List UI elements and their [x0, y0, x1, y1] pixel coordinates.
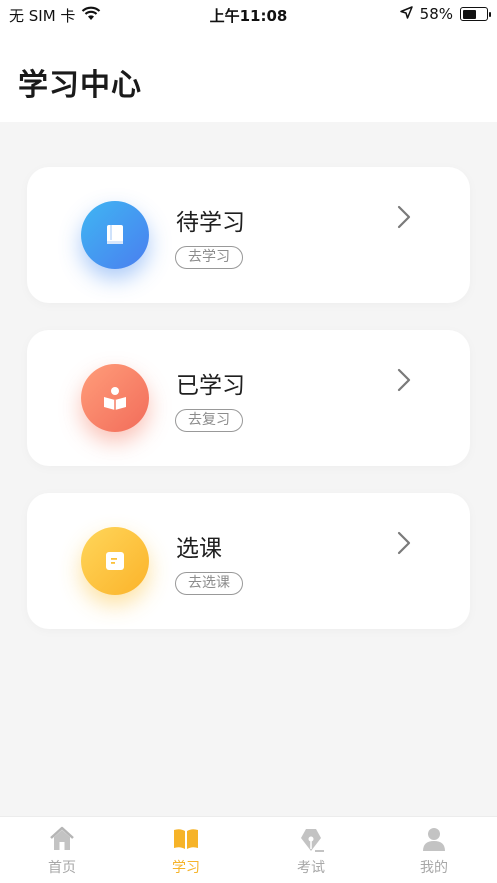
battery-icon [460, 7, 491, 21]
page-header: 学习中心 [0, 30, 497, 122]
user-icon [423, 828, 445, 851]
page-title: 学习中心 [18, 68, 142, 103]
card-to-study[interactable]: 待学习 去学习 [27, 167, 470, 303]
tab-label: 首页 [48, 860, 76, 876]
tab-home[interactable]: 首页 [12, 817, 112, 883]
home-icon [50, 826, 74, 850]
card-select-course[interactable]: 选课 去选课 [27, 493, 470, 629]
bottom-tab-bar: 首页 学习 考试 我的 [0, 816, 497, 883]
tab-label: 学习 [172, 860, 200, 876]
card-title: 已学习 [176, 373, 245, 399]
tab-label: 我的 [420, 860, 448, 876]
reader-icon [81, 364, 149, 432]
note-icon [81, 527, 149, 595]
tab-exam[interactable]: 考试 [261, 817, 361, 883]
chevron-right-icon [397, 205, 411, 229]
go-select-course-button[interactable]: 去选课 [175, 572, 243, 595]
status-bar: 无 SIM 卡 上午11:08 58% [0, 0, 497, 30]
tab-label: 考试 [297, 860, 325, 876]
card-title: 待学习 [176, 210, 245, 236]
tab-study[interactable]: 学习 [136, 817, 236, 883]
status-right: 58% [399, 5, 491, 23]
location-arrow-icon [399, 5, 413, 23]
tab-mine[interactable]: 我的 [384, 817, 484, 883]
pen-nib-icon [301, 829, 324, 852]
book-icon [81, 201, 149, 269]
go-review-button[interactable]: 去复习 [175, 409, 243, 432]
open-book-icon [174, 829, 198, 849]
chevron-right-icon [397, 531, 411, 555]
card-studied[interactable]: 已学习 去复习 [27, 330, 470, 466]
chevron-right-icon [397, 368, 411, 392]
battery-fill [462, 9, 476, 19]
battery-percent: 58% [419, 5, 453, 23]
go-study-button[interactable]: 去学习 [175, 246, 243, 269]
card-title: 选课 [176, 536, 222, 562]
